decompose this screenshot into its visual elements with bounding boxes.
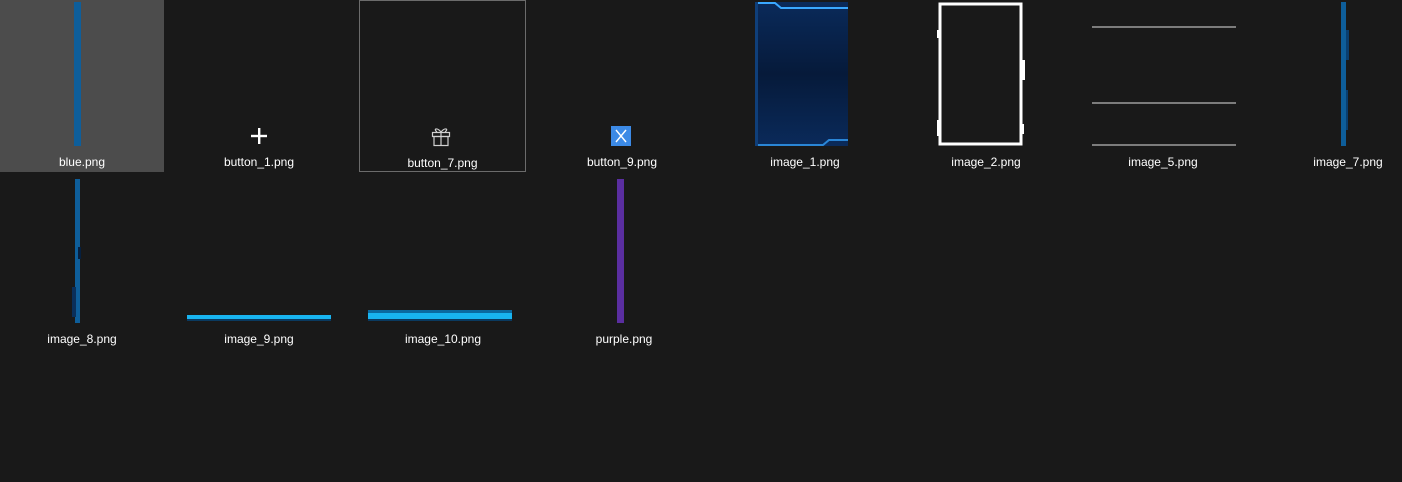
file-item-button-7[interactable]: button_7.png [359, 0, 526, 172]
cyan-bar-thumbnail [361, 177, 525, 327]
blue-panel-thumbnail [723, 0, 887, 150]
file-item-image-10[interactable]: image_10.png [361, 177, 525, 349]
file-grid: blue.png button_1.png button_7.png butto… [0, 0, 1402, 482]
purple-bar-thumbnail [542, 177, 706, 327]
file-item-image-2[interactable]: image_2.png [904, 0, 1068, 172]
file-item-image-8[interactable]: image_8.png [0, 177, 164, 349]
file-name: image_9.png [224, 332, 294, 346]
file-name: image_8.png [47, 332, 117, 346]
file-name: image_7.png [1313, 155, 1383, 169]
blue-edge-thumbnail [1266, 0, 1402, 150]
file-item-image-9[interactable]: image_9.png [177, 177, 341, 349]
x-square-icon [540, 0, 704, 150]
file-item-image-1[interactable]: image_1.png [723, 0, 887, 172]
plus-icon [177, 0, 341, 150]
file-name: image_5.png [1128, 155, 1198, 169]
file-name: image_2.png [951, 155, 1021, 169]
file-name: button_9.png [586, 155, 658, 169]
file-name: image_1.png [770, 155, 840, 169]
cyan-bar-thumbnail [177, 177, 341, 327]
file-item-button-9[interactable]: button_9.png [540, 0, 704, 172]
file-item-button-1[interactable]: button_1.png [177, 0, 341, 172]
file-item-image-7[interactable]: image_7.png [1266, 0, 1402, 172]
file-name: image_10.png [404, 332, 482, 346]
file-name: purple.png [595, 332, 653, 346]
file-name: button_1.png [223, 155, 295, 169]
file-item-purple[interactable]: purple.png [542, 177, 706, 349]
lines-thumbnail [1081, 0, 1245, 150]
file-item-blue[interactable]: blue.png [0, 0, 164, 172]
file-item-image-5[interactable]: image_5.png [1081, 0, 1245, 172]
file-name: blue.png [58, 155, 106, 169]
blue-bar-thumbnail [0, 0, 164, 150]
file-name: button_7.png [407, 156, 478, 170]
blue-edge-thumbnail [0, 177, 164, 327]
white-frame-thumbnail [904, 0, 1068, 150]
gift-icon [360, 1, 525, 151]
